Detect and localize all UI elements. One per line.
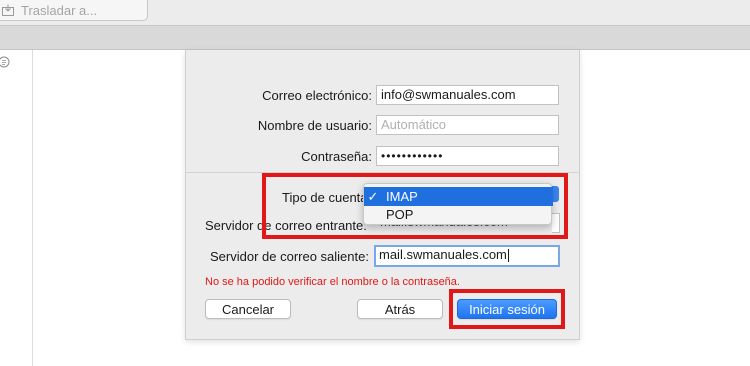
text-caret xyxy=(507,249,509,263)
email-field[interactable]: info@swmanuales.com xyxy=(376,85,559,105)
outgoing-server-field[interactable]: mail.swmanuales.com xyxy=(374,245,560,267)
username-field[interactable]: Automático xyxy=(376,115,559,135)
toolbar: Trasladar a... xyxy=(0,0,750,25)
password-field[interactable]: •••••••••••• xyxy=(376,146,559,166)
toolbar-divider-bar xyxy=(0,25,750,50)
move-to-icon xyxy=(2,4,14,16)
highlight-account-type xyxy=(262,173,568,239)
cancel-button[interactable]: Cancelar xyxy=(205,299,291,319)
password-label: Contraseña: xyxy=(301,149,372,164)
outgoing-server-label: Servidor de correo saliente: xyxy=(210,249,369,264)
outgoing-server-value: mail.swmanuales.com xyxy=(379,247,507,262)
list-icon xyxy=(0,56,10,68)
move-to-button[interactable]: Trasladar a... xyxy=(0,0,148,21)
error-message: No se ha podido verificar el nombre o la… xyxy=(205,276,460,288)
message-list-gutter xyxy=(0,50,33,366)
username-label: Nombre de usuario: xyxy=(257,118,372,133)
back-button[interactable]: Atrás xyxy=(357,299,443,319)
email-label: Correo electrónico: xyxy=(262,88,372,103)
highlight-sign-in xyxy=(449,289,565,329)
move-to-label: Trasladar a... xyxy=(21,2,98,18)
